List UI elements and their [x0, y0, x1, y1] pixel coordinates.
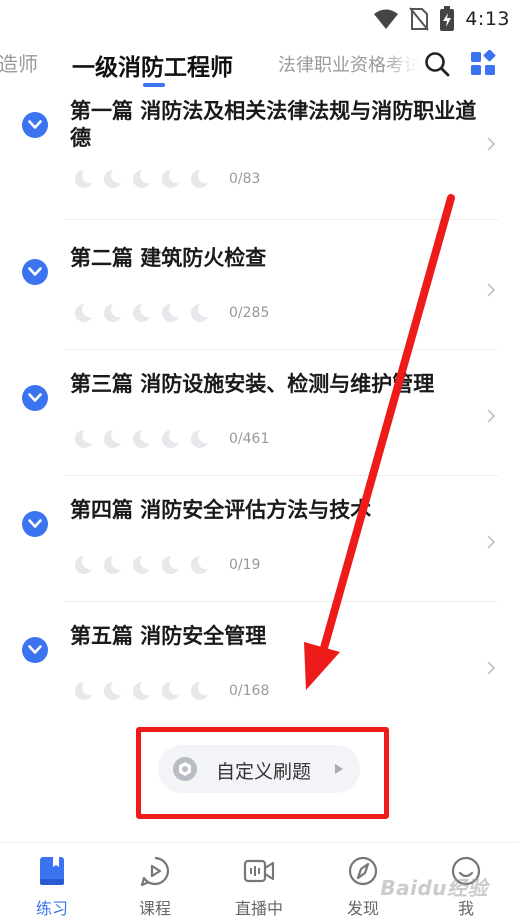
no-sim-icon — [409, 7, 430, 31]
annotation-highlight-box — [136, 727, 389, 819]
nav-label: 直播中 — [234, 899, 283, 918]
wifi-icon — [374, 9, 399, 29]
moon-rating-icon — [103, 429, 121, 448]
chapter-title: 第二篇 建筑防火检查 — [70, 246, 267, 270]
question-count: 0/83 — [229, 171, 261, 187]
moon-rating-icon — [103, 169, 121, 188]
moon-rating-icon — [132, 555, 150, 574]
moon-rating-icon — [190, 681, 208, 700]
status-bar: 4:13 — [0, 0, 518, 36]
chapter-item[interactable]: 第一篇 消防法及相关法律法规与消防职业道德 0/83 — [0, 90, 518, 220]
moon-rating-icon — [103, 681, 121, 700]
moon-rating-icon — [74, 303, 92, 322]
nav-item-1[interactable]: 课程 — [103, 843, 207, 923]
moon-rating-icon — [74, 555, 92, 574]
expand-chevron-icon[interactable] — [22, 385, 48, 411]
question-count: 0/461 — [229, 431, 270, 447]
question-count: 0/19 — [229, 557, 261, 573]
tab-next[interactable]: 法律职业资格考试 — [278, 51, 418, 77]
nav-item-2[interactable]: 直播中 — [207, 843, 311, 923]
expand-chevron-icon[interactable] — [22, 511, 48, 537]
moon-rating-icon — [161, 681, 179, 700]
chevron-right-icon[interactable] — [486, 137, 496, 151]
live-camera-icon — [243, 859, 275, 883]
chapter-title: 第一篇 消防法及相关法律法规与消防职业道德 — [70, 99, 477, 150]
moon-rating-icon — [132, 303, 150, 322]
expand-chevron-icon[interactable] — [22, 637, 48, 663]
progress-row: 0/19 — [72, 554, 260, 576]
expand-chevron-icon[interactable] — [22, 112, 48, 138]
moon-rating-icon — [74, 429, 92, 448]
expand-chevron-icon[interactable] — [22, 259, 48, 285]
discover-compass-icon — [348, 856, 378, 886]
battery-charging-icon — [440, 6, 455, 31]
nav-item-0[interactable]: 练习 — [0, 843, 104, 923]
chapter-item[interactable]: 第五篇 消防安全管理 0/168 — [0, 601, 518, 727]
moon-rating-icon — [161, 303, 179, 322]
status-time: 4:13 — [465, 8, 510, 30]
progress-row: 0/461 — [72, 428, 269, 450]
search-icon[interactable] — [424, 51, 450, 77]
moon-rating-icon — [132, 169, 150, 188]
nav-label: 练习 — [35, 899, 68, 918]
tab-previous[interactable]: 造师 — [0, 48, 38, 77]
chevron-right-icon[interactable] — [486, 535, 496, 549]
question-count: 0/168 — [229, 683, 270, 699]
category-grid-icon[interactable] — [470, 50, 496, 76]
chapter-item[interactable]: 第四篇 消防安全评估方法与技术 0/19 — [0, 475, 518, 602]
question-count: 0/285 — [229, 305, 270, 321]
moon-rating-icon — [103, 303, 121, 322]
moon-rating-icon — [161, 169, 179, 188]
chapter-title: 第四篇 消防安全评估方法与技术 — [70, 498, 372, 522]
category-tabs: 造师 一级消防工程师 法律职业资格考试 — [0, 38, 518, 90]
chevron-right-icon[interactable] — [486, 283, 496, 297]
moon-rating-icon — [190, 429, 208, 448]
moon-rating-icon — [161, 555, 179, 574]
progress-row: 0/83 — [72, 168, 260, 190]
practice-book-icon — [40, 857, 64, 885]
tab-indicator — [143, 83, 165, 87]
chapter-item[interactable]: 第二篇 建筑防火检查 0/285 — [0, 223, 518, 350]
chapter-title: 第三篇 消防设施安装、检测与维护管理 — [70, 372, 435, 396]
progress-row: 0/168 — [72, 680, 269, 702]
chevron-right-icon[interactable] — [486, 409, 496, 423]
chevron-right-icon[interactable] — [486, 661, 496, 675]
nav-label: 课程 — [138, 899, 171, 918]
divider — [64, 219, 498, 220]
chapter-title: 第五篇 消防安全管理 — [70, 624, 267, 648]
moon-rating-icon — [132, 429, 150, 448]
moon-rating-icon — [190, 303, 208, 322]
tab-active[interactable]: 一级消防工程师 — [72, 48, 233, 82]
moon-rating-icon — [74, 681, 92, 700]
course-play-icon — [140, 856, 170, 887]
moon-rating-icon — [74, 169, 92, 188]
moon-rating-icon — [190, 555, 208, 574]
moon-rating-icon — [132, 681, 150, 700]
chapter-item[interactable]: 第三篇 消防设施安装、检测与维护管理 0/461 — [0, 349, 518, 476]
watermark: Baidu经验 — [380, 876, 488, 900]
moon-rating-icon — [161, 429, 179, 448]
moon-rating-icon — [190, 169, 208, 188]
progress-row: 0/285 — [72, 302, 269, 324]
moon-rating-icon — [103, 555, 121, 574]
